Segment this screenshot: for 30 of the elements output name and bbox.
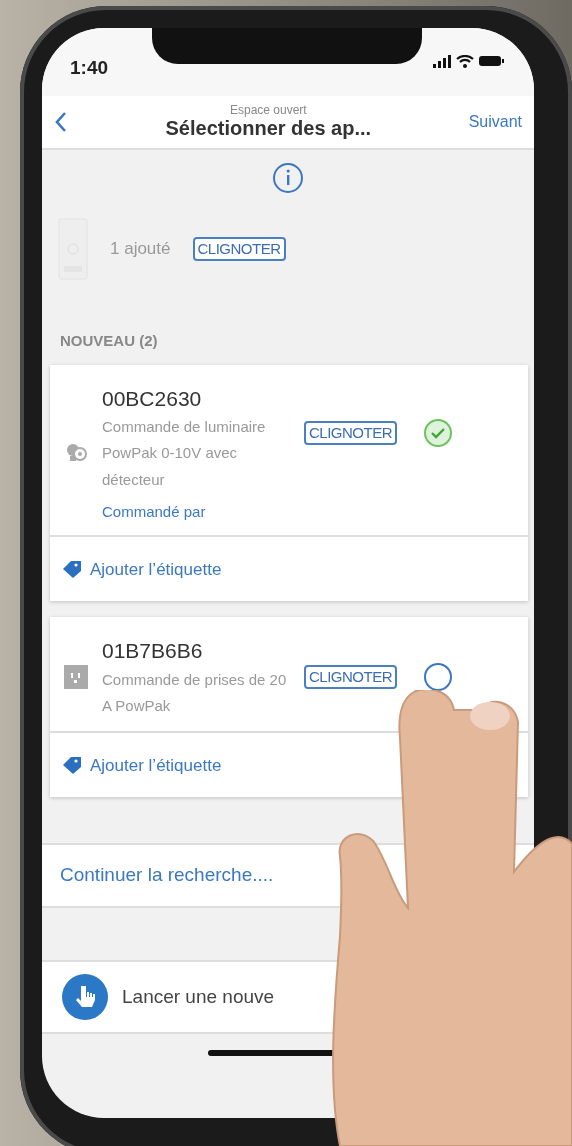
- header-title: Sélectionner des ap...: [164, 117, 373, 140]
- tag-icon: [62, 560, 82, 579]
- device-description: Commande de luminaire PowPak 0-10V avec détecteur: [102, 417, 267, 490]
- tag-icon: [62, 756, 82, 775]
- flash-button[interactable]: CLIGNOTER: [304, 420, 397, 445]
- info-icon[interactable]: [272, 162, 304, 194]
- signal-icon: [433, 54, 451, 68]
- device-description: Commande de prises de 20 A PowPak: [102, 669, 288, 716]
- hand-pointer-icon[interactable]: [62, 973, 108, 1020]
- battery-icon: [479, 56, 504, 66]
- outlet-icon: [64, 665, 88, 690]
- controlled-by-link[interactable]: Commandé par: [102, 492, 292, 524]
- added-count: 1 ajouté: [110, 238, 171, 261]
- next-link[interactable]: Suivant: [468, 110, 522, 134]
- header-subtitle: Espace ouvert: [228, 104, 308, 116]
- flash-button[interactable]: CLIGNOTER: [192, 237, 286, 261]
- bulb-sensor-icon: [65, 441, 87, 464]
- device-serial: 00BC2630: [102, 385, 203, 412]
- add-tag-link[interactable]: Ajouter l’étiquette: [90, 556, 222, 582]
- add-tag-link[interactable]: Ajouter l’étiquette: [90, 752, 222, 778]
- select-circle[interactable]: [423, 662, 453, 693]
- wifi-icon: [456, 54, 474, 68]
- back-icon[interactable]: [54, 111, 68, 133]
- new-search-label[interactable]: Lancer une nouve: [122, 982, 275, 1011]
- check-icon[interactable]: [423, 417, 453, 448]
- flash-button[interactable]: CLIGNOTER: [304, 665, 397, 690]
- status-time: 1:40: [70, 56, 109, 80]
- device-serial: 01B7B6B6: [102, 638, 204, 665]
- continue-search-link[interactable]: Continuer la recherche....: [60, 864, 274, 886]
- section-heading: NOUVEAU (2): [59, 331, 159, 351]
